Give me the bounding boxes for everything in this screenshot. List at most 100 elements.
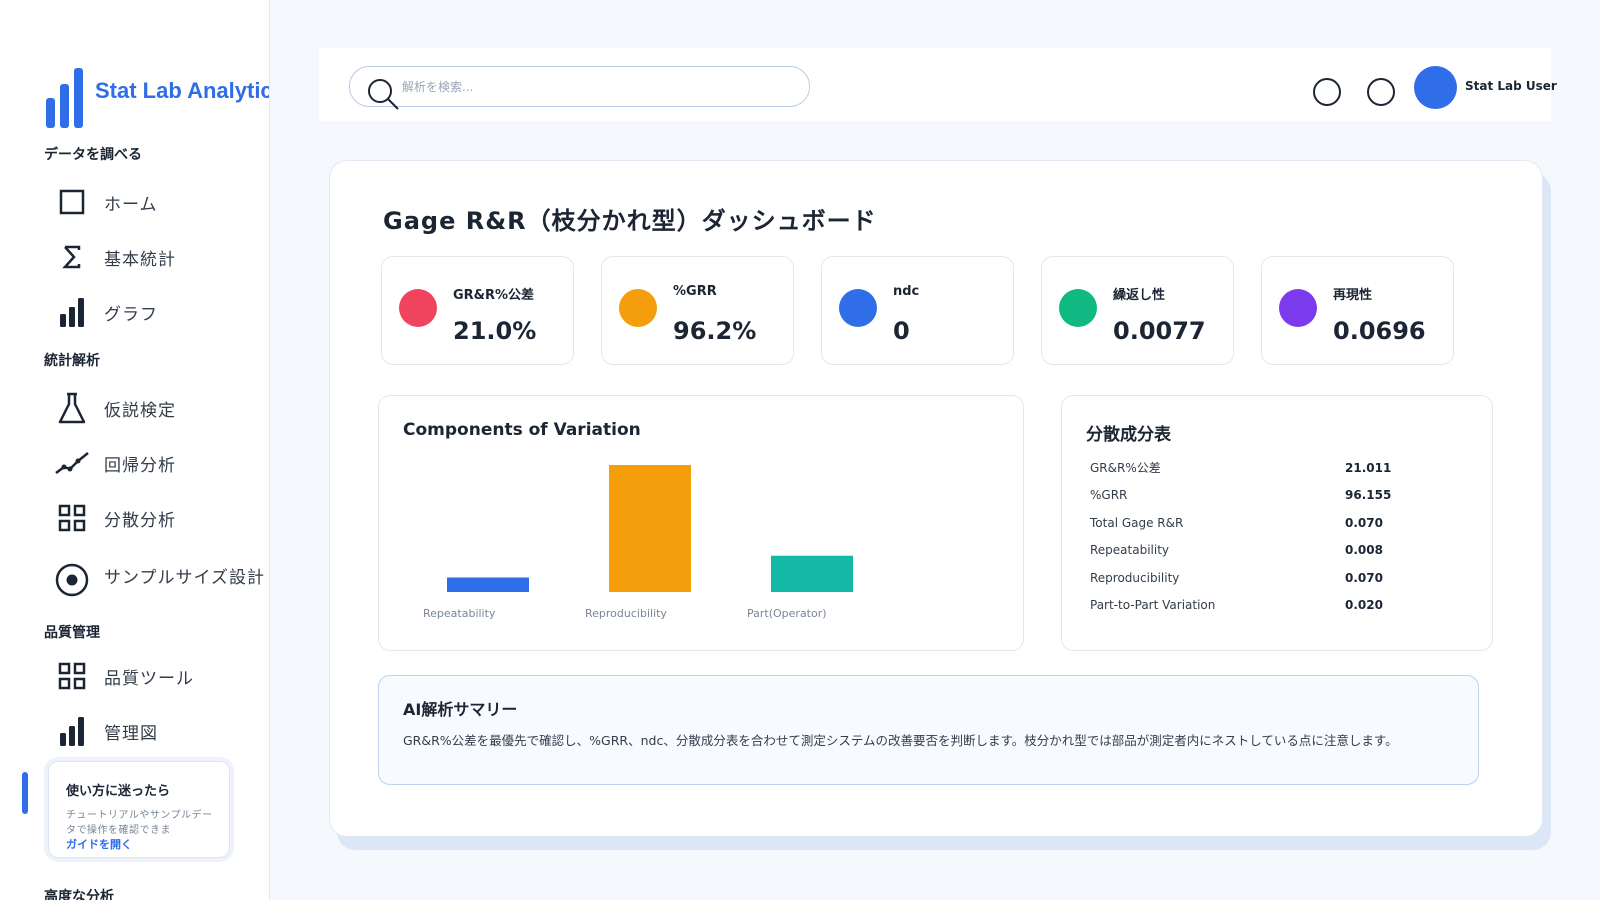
flask-icon: [54, 390, 90, 426]
sigma-icon: [54, 239, 90, 275]
table-cell-value: 0.020: [1345, 598, 1383, 613]
table-row: Repeatability 0.008: [1090, 537, 1445, 565]
sidebar-item-label: グラフ: [104, 304, 158, 325]
table-row: Reproducibility 0.070: [1090, 564, 1445, 592]
x-tick-label: Reproducibility: [585, 607, 667, 620]
table-cell-value: 96.155: [1345, 488, 1392, 503]
table-cell-key: GR&R%公差: [1090, 461, 1161, 476]
sidebar-item-control-chart[interactable]: 管理図: [54, 711, 158, 751]
sidebar-item-home[interactable]: ホーム: [54, 182, 158, 222]
kpi-card-repeatability: 繰返し性 0.0077: [1041, 256, 1234, 365]
help-card: 使い方に迷ったら チュートリアルやサンプルデータで操作を確認できま ガイドを開く: [48, 761, 230, 858]
bar-part-operator-: [771, 555, 853, 592]
table-cell-value: 21.011: [1345, 460, 1392, 475]
page-title: Gage R&R（枝分かれ型）ダッシュボード: [383, 207, 877, 235]
sidebar-item-label: 品質ツール: [104, 668, 194, 689]
section-label-advanced: 高度な分析: [44, 889, 114, 900]
search-input[interactable]: [402, 74, 782, 100]
ai-summary-title: AI解析サマリー: [403, 700, 518, 719]
bar-reproducibility: [609, 465, 691, 592]
sidebar-item-graph[interactable]: グラフ: [54, 292, 158, 332]
avatar[interactable]: [1414, 66, 1457, 109]
table-row: GR&R%公差 21.011: [1090, 454, 1445, 482]
x-tick-label: Part(Operator): [747, 607, 827, 620]
sidebar-item-label: ホーム: [104, 194, 158, 215]
table-cell-key: Reproducibility: [1090, 570, 1180, 585]
variance-table-panel: 分散成分表 GR&R%公差 21.011 %GRR 96.155 Total Gag…: [1061, 395, 1493, 651]
brand[interactable]: Stat Lab Analytics: [46, 68, 270, 128]
kpi-card-grr-tolerance: GR&R%公差 21.0%: [381, 256, 574, 365]
app-title: Stat Lab Analytics: [95, 78, 270, 103]
dashboard-card: Gage R&R（枝分かれ型）ダッシュボード GR&R%公差 21.0% %GR…: [329, 160, 1543, 837]
target-icon: [54, 562, 90, 598]
user-name[interactable]: Stat Lab User: [1465, 79, 1557, 93]
kpi-dot-icon: [839, 289, 877, 327]
help-title: 使い方に迷ったら: [66, 784, 171, 799]
kpi-card-grr-percent: %GRR 96.2%: [601, 256, 794, 365]
table-cell-key: Part-to-Part Variation: [1090, 598, 1216, 613]
kpi-value: 0: [893, 317, 910, 345]
trend-line-icon: [54, 445, 90, 481]
topbar: Stat Lab User: [319, 48, 1557, 121]
table-cell-key: Total Gage R&R: [1090, 515, 1184, 530]
home-square-icon: [54, 184, 90, 220]
sidebar-item-label: 管理図: [104, 723, 158, 744]
ai-summary-panel: AI解析サマリー GR&R%公差を最優先で確認し、%GRR、ndc、分散成分表を…: [378, 675, 1479, 785]
kpi-card-ndc: ndc 0: [821, 256, 1014, 365]
table-cell-value: 0.070: [1345, 570, 1383, 585]
sidebar-item-hypothesis-test[interactable]: 仮説検定: [54, 388, 176, 428]
open-guide-link[interactable]: ガイドを開く: [66, 838, 213, 851]
chart-panel: Components of Variation Repeatability Rep…: [378, 395, 1024, 651]
grid-icon: [54, 500, 90, 536]
kpi-value: 21.0%: [453, 317, 537, 345]
table-cell-value: 0.070: [1345, 515, 1383, 530]
kpi-label: ndc: [893, 284, 920, 299]
kpi-value: 0.0077: [1113, 317, 1206, 345]
kpi-dot-icon: [399, 289, 437, 327]
ai-summary-text: GR&R%公差を最優先で確認し、%GRR、ndc、分散成分表を合わせて測定システ…: [403, 733, 1398, 748]
help-accent-bar: [22, 772, 28, 814]
search-box[interactable]: [349, 66, 810, 110]
variance-table-title: 分散成分表: [1086, 425, 1171, 445]
section-label-analysis: 統計解析: [44, 353, 100, 369]
bar-chart-icon: [54, 294, 90, 330]
sidebar-item-label: 分散分析: [104, 510, 176, 531]
sidebar-item-label: 基本統計: [104, 249, 176, 270]
kpi-value: 96.2%: [673, 317, 757, 345]
search-icon: [366, 77, 400, 115]
kpi-label: GR&R%公差: [453, 288, 535, 303]
sidebar-item-quality-tools[interactable]: 品質ツール: [54, 656, 194, 696]
sidebar: Stat Lab Analytics データを調べる ホーム 基本統計 グラフ …: [0, 0, 270, 900]
table-row: Total Gage R&R 0.070: [1090, 509, 1445, 537]
kpi-label: 再現性: [1333, 288, 1373, 303]
section-label-explore: データを調べる: [44, 147, 142, 163]
sidebar-item-label: 仮説検定: [104, 400, 176, 421]
kpi-label: 繰返し性: [1113, 288, 1166, 303]
notification-icon[interactable]: [1313, 78, 1341, 106]
kpi-label: %GRR: [673, 284, 717, 299]
sidebar-item-label: 回帰分析: [104, 455, 176, 476]
kpi-card-reproducibility: 再現性 0.0696: [1261, 256, 1454, 365]
settings-icon[interactable]: [1367, 78, 1395, 106]
table-cell-value: 0.008: [1345, 543, 1383, 558]
table-cell-key: Repeatability: [1090, 543, 1170, 558]
sidebar-item-anova[interactable]: 分散分析: [54, 498, 176, 538]
sidebar-item-label: サンプルサイズ設計: [104, 567, 265, 588]
kpi-dot-icon: [1059, 289, 1097, 327]
x-tick-label: Repeatability: [423, 607, 496, 620]
table-cell-key: %GRR: [1090, 488, 1128, 503]
bar-chart-icon: [54, 713, 90, 749]
variance-table: GR&R%公差 21.011 %GRR 96.155 Total Gage R&R 0…: [1090, 454, 1445, 619]
table-row: %GRR 96.155: [1090, 482, 1445, 510]
bar-repeatability: [447, 577, 529, 592]
section-label-quality: 品質管理: [44, 625, 100, 641]
table-row: Part-to-Part Variation 0.020: [1090, 592, 1445, 620]
components-of-variation-chart: Repeatability Reproducibility Part(Operato…: [423, 465, 853, 620]
sidebar-item-basic-stats[interactable]: 基本統計: [54, 237, 176, 277]
kpi-dot-icon: [1279, 289, 1317, 327]
kpi-dot-icon: [619, 289, 657, 327]
kpi-value: 0.0696: [1333, 317, 1426, 345]
sidebar-item-sample-size[interactable]: サンプルサイズ設計: [54, 555, 265, 598]
sidebar-item-regression[interactable]: 回帰分析: [54, 443, 176, 483]
bar-chart-logo-icon: [46, 68, 83, 128]
